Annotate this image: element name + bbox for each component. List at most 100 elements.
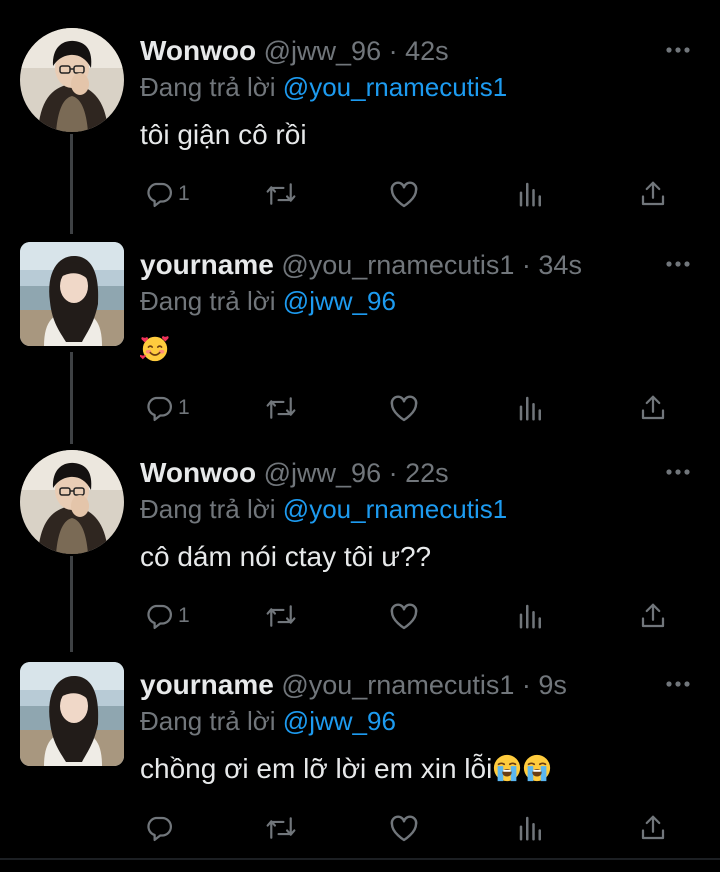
views-icon	[519, 816, 541, 841]
views-icon	[519, 396, 541, 421]
replying-to-line: Đang trả lời @jww_96	[140, 284, 396, 318]
tweet-header: yourname @you_rnamecutis1 · 9s	[140, 668, 567, 702]
user-handle[interactable]: @you_rnamecutis1	[281, 250, 514, 280]
separator-dot: ·	[521, 250, 531, 280]
more-options-button[interactable]	[664, 36, 692, 64]
retweet-button[interactable]	[264, 598, 298, 634]
replying-to-handle[interactable]: @jww_96	[283, 706, 396, 736]
timestamp[interactable]: 22s	[405, 458, 449, 488]
avatar[interactable]	[20, 242, 124, 346]
replying-label: Đang trả lời	[140, 706, 276, 736]
reply-button[interactable]: 1	[144, 390, 190, 426]
tweet[interactable]: Wonwoo @jww_96 · 42s Đang trả lời @you_r…	[0, 28, 720, 218]
tweet-text: chồng ơi em lỡ lời em xin lỗi	[140, 750, 552, 788]
reply-icon	[147, 396, 172, 421]
share-button[interactable]	[638, 810, 668, 846]
tweet[interactable]: yourname @you_rnamecutis1 · 9s Đang trả …	[0, 662, 720, 852]
share-icon	[641, 815, 665, 840]
more-icon	[666, 47, 690, 53]
more-options-button[interactable]	[664, 670, 692, 698]
loudly-crying-face-emoji	[524, 754, 551, 782]
more-icon	[666, 469, 690, 475]
retweet-button[interactable]	[264, 810, 298, 846]
more-options-button[interactable]	[664, 250, 692, 278]
like-button[interactable]	[388, 810, 420, 846]
replying-label: Đang trả lời	[140, 72, 276, 102]
replying-label: Đang trả lời	[140, 286, 276, 316]
user-handle[interactable]: @jww_96	[264, 458, 381, 488]
replying-to-line: Đang trả lời @jww_96	[140, 704, 396, 738]
avatar[interactable]	[20, 450, 124, 554]
timestamp[interactable]: 34s	[538, 250, 582, 280]
tweet-text	[140, 330, 170, 368]
reply-icon	[147, 604, 172, 629]
tweet-actions: 1	[140, 390, 700, 426]
display-name[interactable]: Wonwoo	[140, 35, 256, 66]
girl-avatar-image	[20, 662, 124, 766]
views-button[interactable]	[516, 390, 546, 426]
loudly-crying-face-emoji	[494, 754, 521, 782]
boy-avatar-image	[20, 28, 124, 132]
retweet-icon	[266, 605, 296, 627]
reply-icon	[147, 816, 172, 841]
display-name[interactable]: Wonwoo	[140, 457, 256, 488]
tweet-text: tôi giận cô rồi	[140, 119, 307, 150]
user-handle[interactable]: @jww_96	[264, 36, 381, 66]
tweet-actions	[140, 810, 700, 846]
views-icon	[519, 604, 541, 629]
share-button[interactable]	[638, 598, 668, 634]
girl-avatar-image	[20, 242, 124, 346]
more-icon	[666, 261, 690, 267]
tweet-header: Wonwoo @jww_96 · 42s	[140, 34, 449, 68]
replying-label: Đang trả lời	[140, 494, 276, 524]
tweet-header: yourname @you_rnamecutis1 · 34s	[140, 248, 582, 282]
like-button[interactable]	[388, 390, 420, 426]
boy-avatar-image	[20, 450, 124, 554]
reply-count: 1	[178, 604, 190, 627]
separator-dot: ·	[521, 670, 531, 700]
replying-to-handle[interactable]: @you_rnamecutis1	[283, 72, 507, 102]
timestamp[interactable]: 42s	[405, 36, 449, 66]
tweet[interactable]: Wonwoo @jww_96 · 22s Đang trả lời @you_r…	[0, 450, 720, 640]
reply-button[interactable]	[144, 810, 178, 846]
share-button[interactable]	[638, 176, 668, 212]
like-icon	[390, 395, 418, 422]
replying-to-line: Đang trả lời @you_rnamecutis1	[140, 492, 507, 526]
replying-to-handle[interactable]: @you_rnamecutis1	[283, 494, 507, 524]
views-icon	[519, 182, 541, 207]
tweet-header: Wonwoo @jww_96 · 22s	[140, 456, 449, 490]
more-options-button[interactable]	[664, 458, 692, 486]
share-icon	[641, 395, 665, 420]
views-button[interactable]	[516, 176, 546, 212]
display-name[interactable]: yourname	[140, 249, 274, 280]
reply-count: 1	[178, 396, 190, 419]
tweet-text-content: chồng ơi em lỡ lời em xin lỗi	[140, 753, 493, 784]
avatar[interactable]	[20, 28, 124, 132]
views-button[interactable]	[516, 810, 546, 846]
share-icon	[641, 603, 665, 628]
like-icon	[390, 603, 418, 630]
retweet-button[interactable]	[264, 176, 298, 212]
smiling-face-with-hearts-emoji	[140, 336, 169, 362]
user-handle[interactable]: @you_rnamecutis1	[281, 670, 514, 700]
tweet-text: cô dám nói ctay tôi ư??	[140, 541, 432, 572]
tweet[interactable]: yourname @you_rnamecutis1 · 34s Đang trả…	[0, 242, 720, 432]
avatar[interactable]	[20, 662, 124, 766]
replying-to-line: Đang trả lời @you_rnamecutis1	[140, 70, 507, 104]
like-button[interactable]	[388, 176, 420, 212]
like-icon	[390, 181, 418, 208]
divider	[0, 858, 720, 860]
reply-button[interactable]: 1	[144, 176, 190, 212]
retweet-button[interactable]	[264, 390, 298, 426]
retweet-icon	[266, 817, 296, 839]
display-name[interactable]: yourname	[140, 669, 274, 700]
replying-to-handle[interactable]: @jww_96	[283, 286, 396, 316]
views-button[interactable]	[516, 598, 546, 634]
reply-count: 1	[178, 182, 190, 205]
share-button[interactable]	[638, 390, 668, 426]
timestamp[interactable]: 9s	[538, 670, 567, 700]
like-button[interactable]	[388, 598, 420, 634]
reply-icon	[147, 182, 172, 207]
reply-button[interactable]: 1	[144, 598, 190, 634]
separator-dot: ·	[388, 36, 398, 66]
